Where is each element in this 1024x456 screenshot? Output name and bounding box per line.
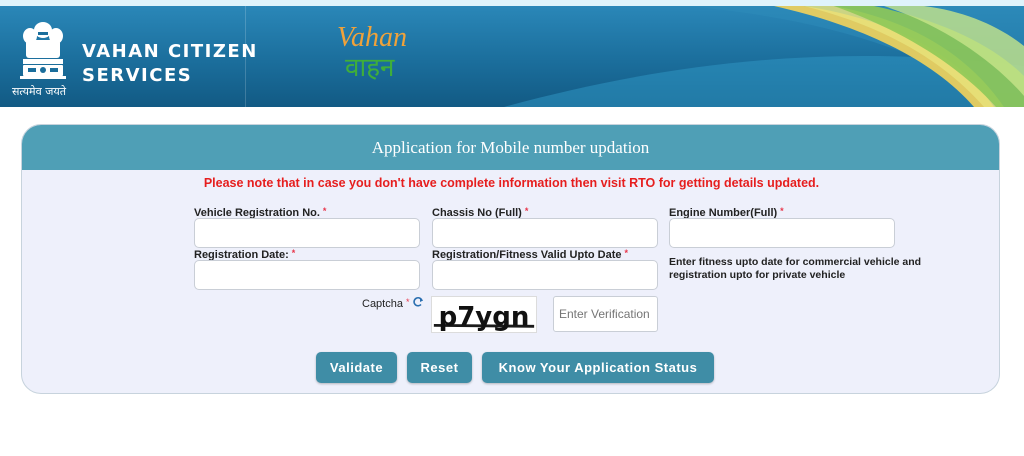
vahan-logo: Vahan वाहन bbox=[337, 22, 407, 82]
brand-line-1: VAHAN CITIZEN bbox=[82, 41, 258, 62]
site-header: सत्यमेव जयते VAHAN CITIZEN SERVICES Vaha… bbox=[0, 6, 1024, 107]
application-status-button[interactable]: Know Your Application Status bbox=[482, 352, 714, 383]
notice-text: Please note that in case you don't have … bbox=[203, 176, 820, 190]
chassis-input[interactable] bbox=[432, 218, 658, 248]
captcha-image-text: p7ygn bbox=[439, 301, 530, 332]
mobile-update-form-card: Application for Mobile number updation P… bbox=[21, 124, 1000, 394]
form-title: Application for Mobile number updation bbox=[22, 125, 999, 170]
brand-title: VAHAN CITIZEN SERVICES bbox=[82, 40, 258, 88]
required-mark: * bbox=[291, 248, 296, 258]
logo-text-hi: वाहन bbox=[345, 53, 395, 82]
validate-button[interactable]: Validate bbox=[316, 352, 397, 383]
required-mark: * bbox=[780, 206, 784, 216]
required-mark: * bbox=[405, 297, 410, 307]
captcha-label: Captcha * bbox=[362, 297, 410, 310]
engine-input[interactable] bbox=[669, 218, 895, 248]
required-mark: * bbox=[524, 206, 529, 216]
brand-line-2: SERVICES bbox=[82, 65, 193, 86]
vehicle-reg-input[interactable] bbox=[194, 218, 420, 248]
header-divider bbox=[245, 6, 246, 107]
required-mark: * bbox=[624, 248, 628, 258]
fitness-date-input[interactable] bbox=[432, 260, 658, 290]
required-mark: * bbox=[322, 206, 327, 216]
header-swoosh-graphic bbox=[504, 6, 1024, 107]
captcha-label-text: Captcha bbox=[362, 298, 403, 310]
reset-button[interactable]: Reset bbox=[407, 352, 472, 383]
logo-text-en: Vahan bbox=[337, 22, 407, 53]
captcha-image: p7ygn bbox=[431, 296, 537, 333]
reg-date-input[interactable] bbox=[194, 260, 420, 290]
emblem-motto: सत्यमेव जयते bbox=[12, 85, 67, 98]
refresh-captcha-icon[interactable] bbox=[412, 296, 424, 308]
captcha-input[interactable] bbox=[553, 296, 658, 332]
fitness-hint: Enter fitness upto date for commercial v… bbox=[669, 256, 922, 281]
